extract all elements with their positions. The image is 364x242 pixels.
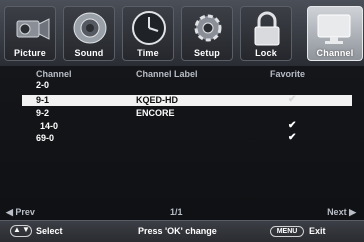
menu-tab-bar: Picture Sound Time Setup Lock Channel [0, 0, 364, 66]
prev-page-button[interactable]: ◀ Prev [6, 207, 35, 218]
speaker-icon [73, 12, 107, 44]
ok-change-hint: Press 'OK' change [138, 226, 217, 236]
tab-label: Setup [193, 48, 220, 58]
next-page-button[interactable]: Next ▶ [327, 207, 356, 218]
tab-label: Sound [74, 48, 104, 58]
channel-number: 9-2 [36, 108, 50, 118]
tab-sound[interactable]: Sound [63, 6, 115, 61]
channel-row[interactable]: 2-0 [22, 80, 352, 91]
menu-key-icon: MENU [270, 226, 304, 237]
favorite-check-icon[interactable]: ✔ [288, 132, 296, 143]
clock-icon [132, 11, 166, 45]
tv-osd-screen: Picture Sound Time Setup Lock Channel Ch… [0, 0, 364, 242]
channel-number: 2-0 [36, 80, 50, 90]
column-header-favorite: Favorite [270, 69, 306, 79]
channel-number: 9-1 [36, 95, 50, 105]
tab-lock[interactable]: Lock [240, 6, 292, 61]
pager: ◀ Prev 1/1 Next ▶ [0, 207, 364, 219]
tab-time[interactable]: Time [122, 6, 174, 61]
channel-label: ENCORE [136, 108, 175, 118]
channel-row[interactable]: 9-2 ENCORE [22, 108, 352, 119]
tab-label: Channel [316, 48, 354, 58]
column-header-channel-label: Channel Label [136, 69, 198, 79]
tab-label: Lock [255, 48, 277, 58]
tab-picture[interactable]: Picture [4, 6, 56, 61]
tab-setup[interactable]: Setup [181, 6, 233, 61]
favorite-check-icon[interactable]: ✔ [288, 120, 296, 131]
column-header-channel: Channel [36, 69, 72, 79]
padlock-icon [254, 11, 280, 46]
channel-row[interactable]: 69-0 ✔ [22, 132, 352, 144]
gear-icon [194, 14, 222, 42]
select-hint: Select [36, 226, 63, 236]
tab-label: Picture [14, 48, 46, 58]
channel-row[interactable]: 14-0 ✔ [22, 120, 352, 132]
channel-list: Channel Channel Label Favorite 2-0 9-1 K… [22, 68, 352, 206]
favorite-check-icon[interactable]: ✔ [288, 94, 296, 105]
updown-arrows-icon: ▲ ▼ [10, 225, 32, 237]
tab-channel[interactable]: Channel [307, 6, 363, 61]
key-hint-bar: ▲ ▼ Select Press 'OK' change MENU Exit [0, 220, 364, 242]
channel-label: KQED-HD [136, 95, 178, 105]
channel-number: 69-0 [36, 133, 55, 143]
exit-hint: Exit [309, 226, 326, 236]
channel-number: 14-0 [40, 121, 59, 131]
tab-label: Time [137, 48, 159, 58]
monitor-icon [317, 14, 351, 44]
camcorder-icon [16, 18, 50, 40]
channel-row-selected[interactable]: 9-1 KQED-HD ✔ [22, 94, 352, 106]
page-indicator: 1/1 [170, 207, 183, 217]
